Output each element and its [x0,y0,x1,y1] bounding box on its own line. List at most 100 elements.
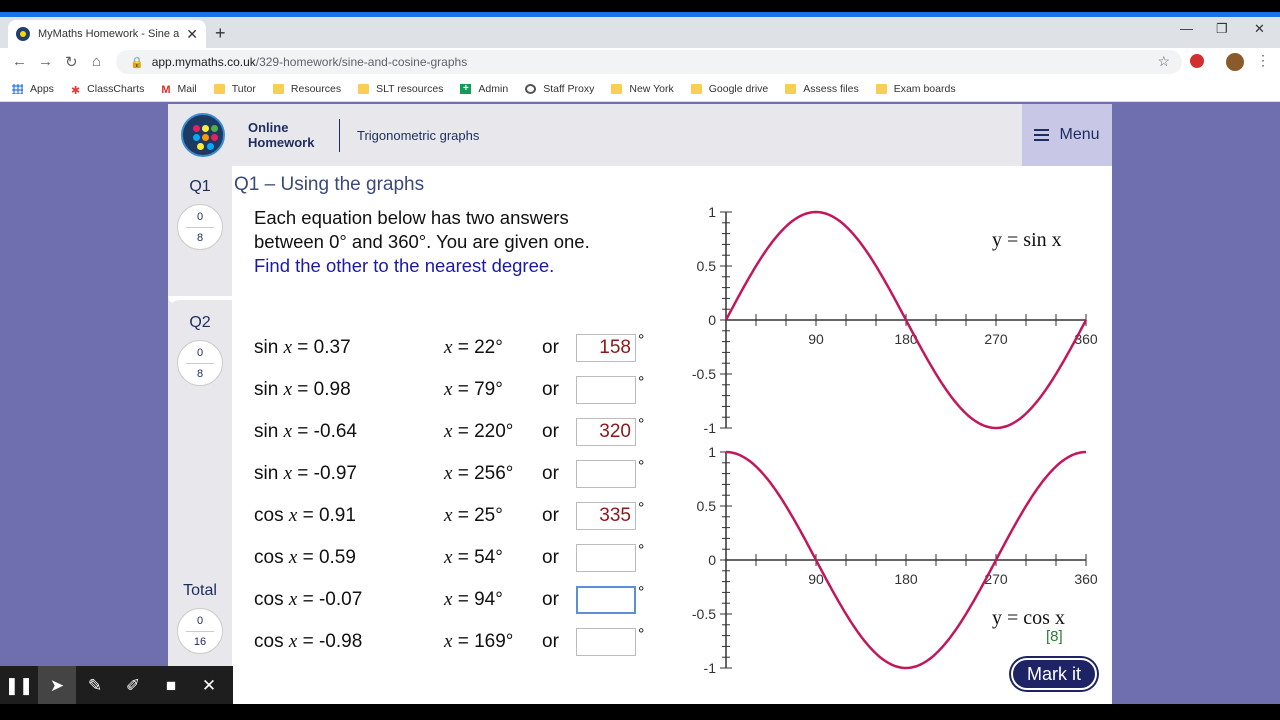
camera-icon[interactable]: ■ [152,666,190,706]
or-label: or [542,547,559,568]
url-input[interactable]: 🔒 app.mymaths.co.uk /329-homework/sine-a… [116,50,1182,74]
highlighter-icon[interactable]: ✐ [114,666,152,706]
menu-label: Menu [1059,126,1100,143]
more-menu-icon[interactable]: ⋮ [1256,52,1270,69]
given-answer: x = 169° [444,631,514,652]
bookmark-apps[interactable]: Apps [12,83,54,95]
variable-x: x [288,631,298,652]
close-toolbar-icon[interactable]: ✕ [190,666,228,706]
given-answer: x = 25° [444,505,503,526]
answer-input[interactable] [576,544,636,572]
given-value: 25° [474,505,503,526]
variable-x: x [444,547,453,568]
answer-input[interactable] [576,586,636,614]
bookmark-mail[interactable]: M Mail [161,83,196,96]
pen-icon[interactable]: ✎ [76,666,114,706]
bookmark-star-icon[interactable]: ☆ [1157,53,1170,70]
given-value: 256° [474,463,514,484]
pointer-icon[interactable]: ➤ [38,666,76,706]
close-window-icon[interactable]: ✕ [1254,21,1265,37]
variable-x: x [444,337,453,358]
degree-symbol: ° [638,332,645,349]
function-name: sin [254,337,279,358]
equation-text: sin x = 0.37 [254,337,351,359]
bookmark-slt-resources[interactable]: SLT resources [358,83,443,95]
bookmark-label: ClassCharts [87,83,145,95]
forward-icon[interactable]: → [38,53,53,70]
variable-x: x [444,505,453,526]
variable-x: x [444,631,453,652]
answer-input[interactable]: 320 [576,418,636,446]
minimize-icon[interactable]: — [1180,21,1193,36]
bookmark-new-york[interactable]: New York [611,83,674,95]
folder-icon [272,84,284,94]
question-intro: Each equation below has two answers betw… [254,206,590,278]
q1-max: 8 [196,232,204,244]
classcharts-icon: ✱ [70,85,81,97]
answer-input[interactable] [576,460,636,488]
pause-icon[interactable]: ❚❚ [0,666,38,706]
y-tick-label: 0.5 [697,498,717,514]
function-name: sin [254,463,279,484]
reload-icon[interactable]: ↻ [65,53,78,71]
bookmark-admin[interactable]: + Admin [460,83,508,95]
mark-it-button[interactable]: Mark it [1011,658,1097,690]
equation-text: sin x = -0.97 [254,463,357,485]
q1-score: 0 [196,211,204,223]
mymaths-logo-icon[interactable] [181,113,225,157]
bookmark-resources[interactable]: Resources [272,83,341,95]
variable-x: x [288,505,298,526]
q2-max: 8 [196,368,204,380]
folder-icon [213,84,225,94]
home-icon[interactable]: ⌂ [92,53,101,70]
brand-line1: Online [248,120,289,135]
menu-button[interactable]: Menu [1022,104,1112,166]
given-answer: x = 256° [444,463,514,484]
x-tick-label: 90 [808,331,824,347]
function-name: cos [254,589,284,610]
bookmark-staff-proxy[interactable]: Staff Proxy [525,83,594,95]
equation-text: cos x = -0.98 [254,631,362,653]
y-tick-label: -1 [704,660,717,674]
annotation-toolbar: ❚❚ ➤ ✎ ✐ ■ ✕ [0,666,233,706]
folder-icon [690,84,702,94]
degree-symbol: ° [638,626,645,643]
answer-input[interactable] [576,628,636,656]
browser-tab[interactable]: MyMaths Homework - Sine and ✕ [8,20,206,48]
new-tab-icon[interactable]: + [215,23,226,44]
y-tick-label: 0 [708,312,716,328]
window-titlebar [0,0,1280,17]
intro-line: between 0° and 360°. You are given one. [254,231,590,252]
variable-x: x [444,463,453,484]
equation-rhs: = 0.91 [302,505,356,526]
variable-x: x [288,547,298,568]
function-name: cos [254,631,284,652]
answer-input[interactable] [576,376,636,404]
variable-x: x [288,589,298,610]
nav-q1[interactable]: Q1 0 8 [168,178,232,250]
sine-graph: 10.50-0.5-190 180 270 360y = sin x [692,204,1098,434]
admin-plus-icon: + [460,84,472,94]
answer-input[interactable]: 335 [576,502,636,530]
nav-total: Total 0 16 [168,582,232,654]
bookmark-exam-boards[interactable]: Exam boards [875,83,956,95]
bookmark-google-drive[interactable]: Google drive [690,83,768,95]
or-label: or [542,421,559,442]
restore-icon[interactable]: ❐ [1216,21,1228,37]
total-label: Total [183,582,217,599]
profile-avatar[interactable] [1226,53,1244,71]
back-icon[interactable]: ← [12,53,27,70]
extension-icon[interactable] [1190,54,1204,68]
marks-available: [8] [1046,628,1063,645]
url-host: app.mymaths.co.uk [151,55,256,69]
nav-q2[interactable]: Q2 0 8 [168,314,232,386]
bookmark-classcharts[interactable]: ✱ ClassCharts [70,83,145,97]
equation-text: cos x = 0.91 [254,505,356,527]
y-tick-label: 0.5 [697,258,717,274]
close-tab-icon[interactable]: ✕ [186,26,198,43]
bookmark-tutor[interactable]: Tutor [213,83,256,95]
variable-x: x [444,589,453,610]
bookmark-assess-files[interactable]: Assess files [785,83,859,95]
answer-input[interactable]: 158 [576,334,636,362]
folder-icon [875,84,887,94]
